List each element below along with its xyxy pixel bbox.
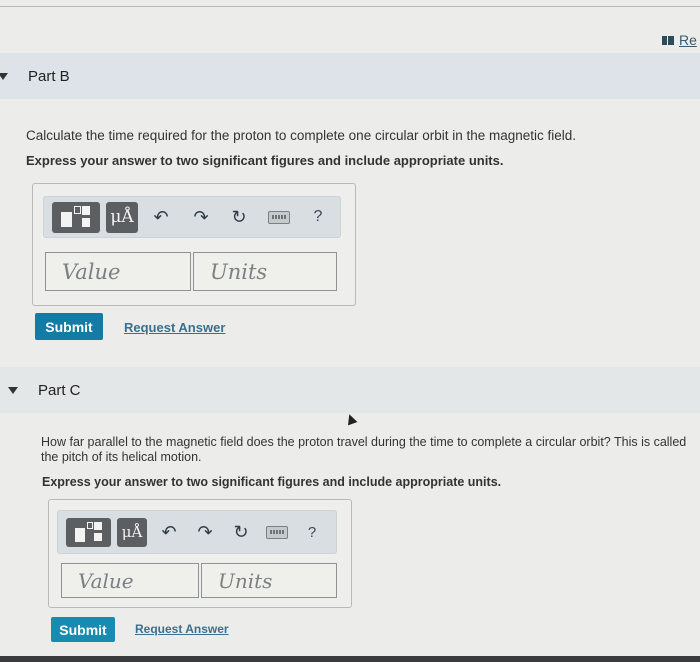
units-label: μÅ <box>110 207 134 227</box>
part-b-title: Part B <box>28 67 70 85</box>
part-c-value-input[interactable]: Value <box>61 563 199 598</box>
part-c-request-answer-link[interactable]: Request Answer <box>135 622 229 636</box>
undo-icon: ↶ <box>161 521 177 542</box>
mouse-cursor-icon <box>344 412 358 426</box>
caret-down-icon <box>0 72 8 80</box>
reset-button[interactable]: ↻ <box>224 207 254 228</box>
undo-button[interactable]: ↶ <box>146 207 176 228</box>
keyboard-button[interactable] <box>264 210 294 224</box>
help-icon: ? <box>313 208 323 225</box>
value-placeholder: Value <box>62 259 121 284</box>
help-icon: ? <box>307 523 317 541</box>
part-c-instruction: Express your answer to two significant f… <box>42 475 502 489</box>
part-b-submit-button[interactable]: Submit <box>35 313 103 340</box>
units-button[interactable]: μÅ <box>106 201 138 233</box>
fraction-template-icon <box>61 206 91 228</box>
reset-button[interactable]: ↻ <box>227 522 255 543</box>
help-button[interactable]: ? <box>301 524 323 541</box>
keyboard-button[interactable] <box>263 525 291 539</box>
part-b-value-input[interactable]: Value <box>45 252 191 291</box>
keyboard-icon <box>268 210 290 224</box>
part-c-math-toolbar: μÅ ↶ ↷ ↻ ? <box>57 510 337 554</box>
part-c-header[interactable]: Part C <box>0 367 700 413</box>
bottom-bezel <box>0 656 700 662</box>
part-c-submit-button[interactable]: Submit <box>51 617 115 642</box>
templates-button[interactable] <box>52 201 100 233</box>
review-link[interactable]: Re <box>662 32 697 48</box>
value-placeholder: Value <box>78 568 134 593</box>
part-b-header[interactable]: Part B <box>0 53 700 99</box>
redo-icon: ↷ <box>197 521 213 542</box>
units-label: μÅ <box>121 523 143 541</box>
caret-down-icon <box>8 386 18 394</box>
review-link-label: Re <box>679 32 697 48</box>
templates-button[interactable] <box>66 517 111 547</box>
top-divider <box>0 6 700 7</box>
help-button[interactable]: ? <box>306 208 330 226</box>
undo-icon: ↶ <box>153 206 169 227</box>
part-c-answer-box: μÅ ↶ ↷ ↻ ? Value Units <box>48 499 352 608</box>
part-b-question: Calculate the time required for the prot… <box>26 128 577 143</box>
redo-button[interactable]: ↷ <box>186 207 216 228</box>
part-c-question-line-1: How far parallel to the magnetic field d… <box>41 435 687 449</box>
reset-icon: ↻ <box>231 206 247 227</box>
units-placeholder: Units <box>218 568 273 593</box>
units-placeholder: Units <box>210 259 268 284</box>
part-b-units-input[interactable]: Units <box>193 252 337 291</box>
part-b-answer-box: μÅ ↶ ↷ ↻ ? Value Units <box>32 183 356 306</box>
part-b-instruction: Express your answer to two significant f… <box>26 153 504 168</box>
keyboard-icon <box>266 525 288 539</box>
units-button[interactable]: μÅ <box>117 517 147 547</box>
part-b-math-toolbar: μÅ ↶ ↷ ↻ ? <box>43 196 341 238</box>
part-c-question-line-2: the pitch of its helical motion. <box>41 450 202 464</box>
part-c-question: How far parallel to the magnetic field d… <box>41 435 686 465</box>
undo-button[interactable]: ↶ <box>155 522 183 543</box>
redo-icon: ↷ <box>193 206 209 227</box>
reset-icon: ↻ <box>233 521 249 542</box>
part-c-title: Part C <box>38 381 81 399</box>
book-icon <box>662 35 674 45</box>
redo-button[interactable]: ↷ <box>191 522 219 543</box>
part-b-request-answer-link[interactable]: Request Answer <box>124 320 225 335</box>
fraction-template-icon <box>74 522 103 542</box>
part-c-units-input[interactable]: Units <box>201 563 337 598</box>
